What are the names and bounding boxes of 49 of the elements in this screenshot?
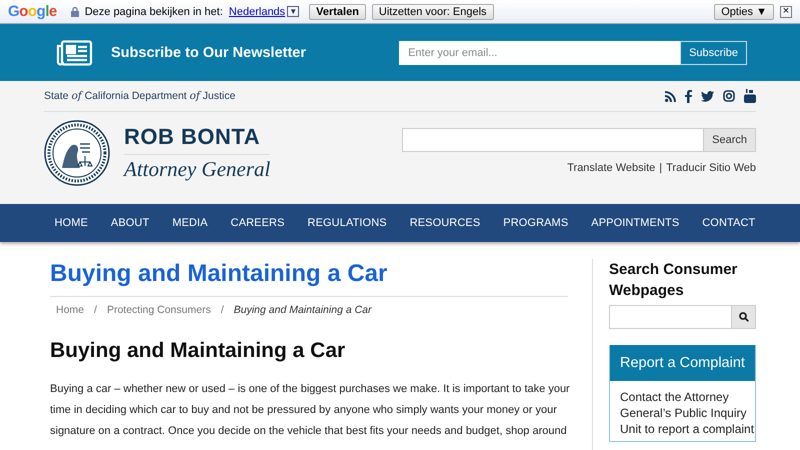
office-title: Attorney General (124, 157, 270, 182)
nav-link[interactable]: HOME (43, 217, 100, 229)
newspaper-icon (56, 40, 93, 66)
search-button[interactable] (732, 305, 756, 329)
dropdown-caret-icon[interactable]: ▼ (287, 6, 300, 17)
close-button[interactable]: × (780, 6, 792, 18)
article-paragraph: Buying a car – whether new or used – is one of the biggest purchases we make. It is important to take your time in deciding which car to buy and not be pressured by anyone who simply wants your money or your signature on a contract. Once you decide on the vehicle that best fits your needs and budget, shop around (50, 382, 568, 439)
page-title: Buying and Maintaining a Car (50, 259, 568, 297)
facebook-icon[interactable] (685, 90, 692, 102)
sidebar-heading: Search Consumer Webpages (609, 260, 738, 301)
search-field[interactable] (402, 128, 704, 152)
language-link[interactable]: Nederlands (228, 6, 286, 18)
breadcrumb-separator: / (220, 304, 224, 316)
consumer-search-field[interactable] (609, 305, 732, 329)
options-button[interactable]: Opties ▼ (714, 4, 774, 20)
nav-link[interactable]: CAREERS (219, 217, 296, 229)
search-button[interactable]: Search (704, 128, 756, 152)
nav-link[interactable]: CONTACT (690, 217, 767, 229)
lock-icon (70, 6, 79, 16)
complaint-card-title[interactable]: Report a Complaint (610, 345, 755, 381)
department-name: State of California Department of Justice (44, 90, 236, 102)
nav-link[interactable]: MEDIA (160, 217, 220, 229)
nav-link[interactable]: REGULATIONS (296, 217, 398, 229)
nav-link[interactable]: ABOUT (99, 217, 161, 229)
breadcrumb-link[interactable]: Protecting Consumers (106, 304, 211, 316)
instagram-icon[interactable] (723, 90, 735, 102)
complaint-card-text: Contact the Attorney General’s Public Inquiry Unit to report a complaint (619, 389, 755, 438)
search-icon (738, 312, 748, 322)
rss-icon[interactable] (665, 90, 676, 102)
google-logo: Google (8, 3, 57, 20)
translate-prompt: Deze pagina bekijken in het: (84, 6, 223, 18)
current-page-label: Buying and Maintaining a Car (234, 304, 372, 316)
nav-link[interactable]: RESOURCES (398, 217, 492, 229)
twitter-icon[interactable] (701, 90, 714, 102)
translate-link[interactable]: Translate Website (567, 162, 656, 174)
office-holder-name: ROB BONTA (124, 124, 270, 155)
translate-link[interactable]: Traducir Sitio Web (666, 162, 756, 174)
seal-drawing (44, 120, 110, 186)
nav-link[interactable]: PROGRAMS (492, 217, 580, 229)
link-separator: | (659, 162, 662, 174)
newsletter-title: Subscribe to Our Newsletter (111, 44, 307, 60)
translate-button[interactable]: Vertalen (309, 4, 366, 20)
article-heading: Buying and Maintaining a Car (50, 338, 346, 364)
nav-link[interactable]: APPOINTMENTS (580, 217, 691, 229)
turn-off-button[interactable]: Uitzetten voor: Engels (372, 4, 494, 20)
email-field[interactable]: Enter your email... (399, 40, 680, 64)
breadcrumb-link[interactable]: Home (56, 304, 84, 316)
subscribe-button[interactable]: Subscribe (680, 40, 747, 64)
breadcrumb-separator: / (94, 304, 97, 316)
